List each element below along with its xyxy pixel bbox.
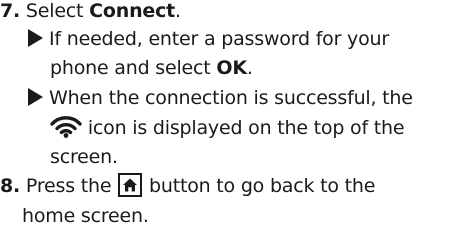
substep-1-text-after: . <box>246 57 253 79</box>
substep-2-line-1: When the connection is successful, the <box>28 84 413 112</box>
substep-1-text: If needed, enter a password for your <box>49 28 389 50</box>
play-arrow-icon <box>28 88 43 106</box>
step-8-number: 8. <box>0 175 21 197</box>
substep-1-text-2: phone and select <box>50 57 217 79</box>
step-7-bold: Connect <box>89 0 176 22</box>
substep-2-line-3: screen. <box>50 143 118 171</box>
home-icon <box>118 173 143 197</box>
step-7-text: Select <box>25 0 90 22</box>
substep-2-text-2: icon is displayed on the top of the <box>82 117 405 139</box>
step-8-line: 8. Press the button to go back to the <box>0 172 375 200</box>
substep-1-line-1: If needed, enter a password for your <box>28 25 389 53</box>
instruction-document: 7. Select Connect. If needed, enter a pa… <box>0 0 461 242</box>
substep-2-line-2: icon is displayed on the top of the <box>50 114 405 142</box>
step-8-text-2: home screen. <box>22 205 149 227</box>
step-7-line: 7. Select Connect. <box>0 0 181 25</box>
substep-2-text: When the connection is successful, the <box>49 87 413 109</box>
step-8-text: Press the <box>25 175 118 197</box>
step-8-text-after: button to go back to the <box>143 175 376 197</box>
step-8-line-2: home screen. <box>22 202 149 230</box>
step-7-text-after: . <box>175 0 181 22</box>
substep-1-line-2: phone and select OK. <box>50 54 253 82</box>
substep-2-text-3: screen. <box>50 146 118 168</box>
play-arrow-icon <box>28 29 43 47</box>
step-7-number: 7. <box>0 0 21 22</box>
wifi-icon <box>50 114 82 138</box>
substep-1-bold: OK <box>216 57 247 79</box>
